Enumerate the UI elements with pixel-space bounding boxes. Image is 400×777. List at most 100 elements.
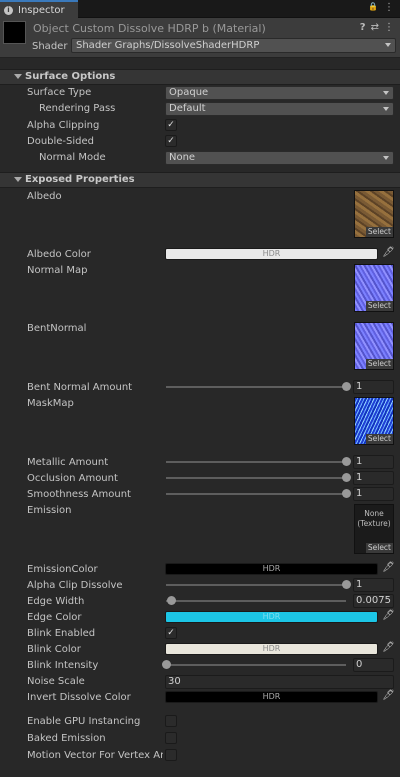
smoothness-amount-slider-thumb[interactable] — [342, 489, 351, 498]
albedo-color-field[interactable]: HDR — [165, 248, 378, 260]
edge-color-field[interactable]: HDR — [165, 611, 378, 623]
exposed-properties-foldout[interactable]: Exposed Properties — [0, 172, 400, 188]
normal-mode-value: None — [169, 152, 196, 163]
tab-inspector-label: Inspector — [18, 4, 65, 16]
check-icon: ✓ — [167, 136, 175, 146]
normal-map-label: Normal Map — [27, 265, 88, 276]
emission-none-line2: (Texture) — [357, 519, 391, 528]
smoothness-amount-slider[interactable] — [166, 493, 346, 495]
alpha-clip-dissolve-slider-thumb[interactable] — [342, 580, 351, 589]
edge-width-field[interactable]: 0.0075 — [353, 594, 394, 608]
alpha-clip-dissolve-field[interactable]: 1 — [353, 578, 394, 592]
eyedropper-icon[interactable]: 🖋 — [382, 690, 395, 701]
tab-inspector[interactable]: i Inspector — [0, 0, 78, 18]
more-icon[interactable]: ⋮ — [384, 2, 394, 13]
alpha-clipping-checkbox[interactable]: ✓ — [165, 119, 177, 131]
blink-intensity-label: Blink Intensity — [27, 660, 99, 671]
header-icons: ? ⇄ ⋮ — [360, 22, 394, 33]
edge-width-label: Edge Width — [27, 596, 85, 607]
hdr-label: HDR — [262, 644, 281, 653]
normal-mode-label: Normal Mode — [39, 152, 106, 163]
blink-intensity-slider[interactable] — [166, 664, 346, 666]
enable-gpu-instancing-checkbox[interactable] — [165, 715, 177, 727]
rendering-pass-dropdown[interactable]: Default — [165, 102, 394, 116]
edge-color-label: Edge Color — [27, 612, 82, 623]
metallic-amount-slider[interactable] — [166, 461, 346, 463]
tab-bar: i Inspector 🔒 ⋮ — [0, 0, 400, 18]
emission-color-field[interactable]: HDR — [165, 563, 378, 575]
blink-enabled-checkbox[interactable]: ✓ — [165, 627, 177, 639]
blink-intensity-slider-thumb[interactable] — [162, 660, 171, 669]
info-icon: i — [4, 5, 13, 15]
shader-dropdown[interactable]: Shader Graphs/DissolveShaderHDRP — [71, 38, 396, 53]
eyedropper-icon[interactable]: 🖋 — [382, 642, 395, 653]
mask-map-texture-slot[interactable]: Select — [354, 397, 394, 445]
bent-normal-amount-slider-thumb[interactable] — [342, 382, 351, 391]
emission-none-text: None (Texture) — [355, 509, 393, 529]
bent-normal-amount-field[interactable]: 1 — [353, 380, 394, 394]
normal-map-texture-slot[interactable]: Select — [354, 264, 394, 312]
bent-normal-label: BentNormal — [27, 323, 87, 334]
bent-normal-texture-slot[interactable]: Select — [354, 322, 394, 370]
chevron-down-icon — [383, 107, 389, 111]
tab-icons: 🔒 ⋮ — [368, 2, 394, 13]
motion-vector-label: Motion Vector For Vertex Anim — [27, 750, 163, 761]
blink-color-field[interactable]: HDR — [165, 643, 378, 655]
emission-color-label: EmissionColor — [27, 564, 98, 575]
mask-map-select-button[interactable]: Select — [365, 434, 393, 444]
albedo-select-button[interactable]: Select — [365, 227, 393, 237]
edge-width-slider[interactable] — [166, 600, 346, 602]
more-icon[interactable]: ⋮ — [384, 22, 394, 33]
double-sided-label: Double-Sided — [27, 136, 95, 147]
albedo-color-label: Albedo Color — [27, 249, 91, 260]
rendering-pass-label: Rendering Pass — [39, 103, 116, 114]
surface-type-value: Opaque — [169, 87, 209, 98]
occlusion-amount-field[interactable]: 1 — [353, 471, 394, 485]
albedo-texture-slot[interactable]: Select — [354, 190, 394, 238]
settings-icon[interactable]: ⇄ — [371, 22, 379, 33]
baked-emission-label: Baked Emission — [27, 733, 106, 744]
shader-label: Shader — [32, 41, 68, 52]
foldout-arrow-icon — [14, 74, 22, 79]
eyedropper-icon[interactable]: 🖋 — [382, 247, 395, 258]
emission-label: Emission — [27, 505, 72, 516]
eyedropper-icon[interactable]: 🖋 — [382, 562, 395, 573]
blink-intensity-field[interactable]: 0 — [353, 658, 394, 672]
metallic-amount-label: Metallic Amount — [27, 457, 109, 468]
lock-icon[interactable]: 🔒 — [368, 2, 378, 13]
hdr-label: HDR — [262, 692, 281, 701]
normal-mode-dropdown[interactable]: None — [165, 151, 394, 165]
motion-vector-checkbox[interactable] — [165, 749, 177, 761]
surface-options-foldout[interactable]: Surface Options — [0, 69, 400, 85]
alpha-clipping-label: Alpha Clipping — [27, 120, 100, 131]
double-sided-checkbox[interactable]: ✓ — [165, 135, 177, 147]
surface-type-label: Surface Type — [27, 87, 92, 98]
bent-normal-amount-slider[interactable] — [166, 386, 346, 388]
emission-select-button[interactable]: Select — [365, 543, 393, 553]
occlusion-amount-slider-thumb[interactable] — [342, 473, 351, 482]
normal-map-select-button[interactable]: Select — [365, 301, 393, 311]
bent-normal-select-button[interactable]: Select — [365, 359, 393, 369]
invert-dissolve-color-field[interactable]: HDR — [165, 691, 378, 703]
rendering-pass-value: Default — [169, 103, 206, 114]
eyedropper-icon[interactable]: 🖋 — [382, 610, 395, 621]
metallic-amount-field[interactable]: 1 — [353, 455, 394, 469]
occlusion-amount-slider[interactable] — [166, 477, 346, 479]
exposed-properties-title: Exposed Properties — [25, 174, 135, 185]
emission-texture-slot[interactable]: None (Texture) Select — [354, 504, 394, 554]
emission-none-line1: None — [364, 509, 384, 518]
help-icon[interactable]: ? — [360, 22, 366, 33]
alpha-clip-dissolve-slider[interactable] — [166, 584, 346, 586]
invert-dissolve-color-label: Invert Dissolve Color — [27, 692, 131, 703]
hdr-label: HDR — [262, 564, 281, 573]
baked-emission-checkbox[interactable] — [165, 732, 177, 744]
alpha-clip-dissolve-label: Alpha Clip Dissolve — [27, 580, 123, 591]
smoothness-amount-field[interactable]: 1 — [353, 487, 394, 501]
surface-type-dropdown[interactable]: Opaque — [165, 86, 394, 100]
metallic-amount-slider-thumb[interactable] — [342, 457, 351, 466]
noise-scale-field[interactable]: 30 — [165, 675, 394, 689]
blink-color-label: Blink Color — [27, 644, 81, 655]
edge-width-slider-thumb[interactable] — [167, 596, 177, 605]
check-icon: ✓ — [167, 628, 175, 638]
hdr-label: HDR — [262, 249, 281, 258]
